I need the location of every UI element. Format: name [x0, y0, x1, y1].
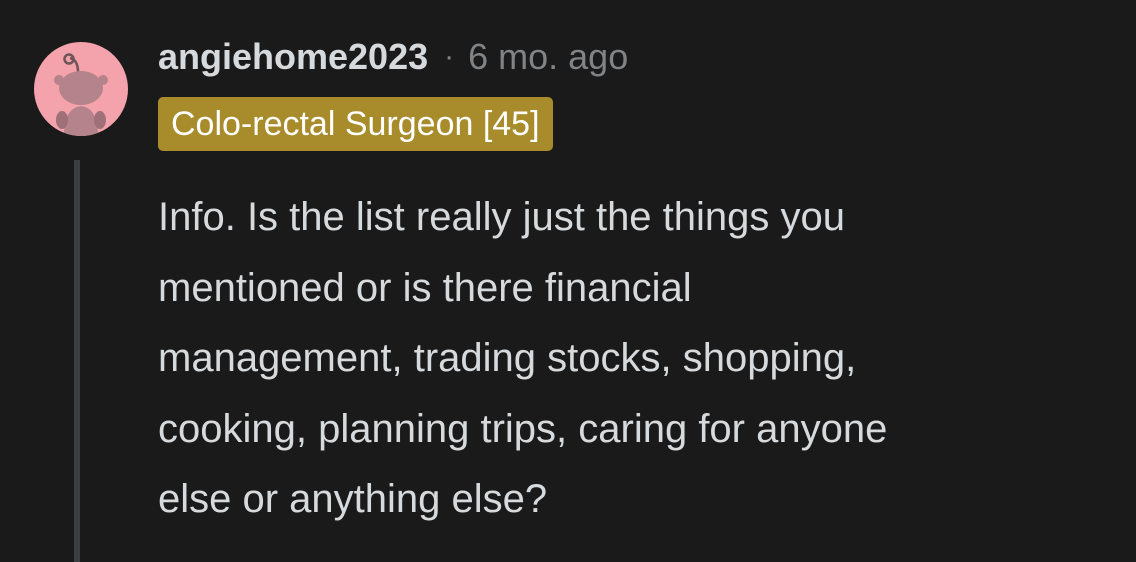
comment-body-line: else or anything else? [158, 477, 548, 521]
thread-collapse-line[interactable] [74, 160, 80, 562]
comment-body: Info. Is the list really just the things… [158, 182, 1118, 535]
comment-meta: angiehome2023 · 6 mo. ago [158, 34, 628, 80]
comment-body-line: mentioned or is there financial [158, 265, 692, 310]
username-link[interactable]: angiehome2023 [158, 36, 428, 78]
avatar[interactable] [34, 42, 128, 136]
comment: angiehome2023 · 6 mo. ago Colo-rectal Su… [0, 0, 1136, 562]
comment-body-line: cooking, planning trips, caring for anyo… [158, 406, 888, 451]
meta-separator: · [444, 40, 455, 73]
timestamp-link[interactable]: 6 mo. ago [468, 36, 628, 78]
comment-body-line: management, trading stocks, shopping, [158, 336, 857, 380]
user-flair: Colo-rectal Surgeon [45] [158, 97, 553, 151]
comment-body-line: Info. Is the list really just the things… [158, 195, 846, 239]
reddit-snoo-avatar-icon [54, 53, 108, 136]
